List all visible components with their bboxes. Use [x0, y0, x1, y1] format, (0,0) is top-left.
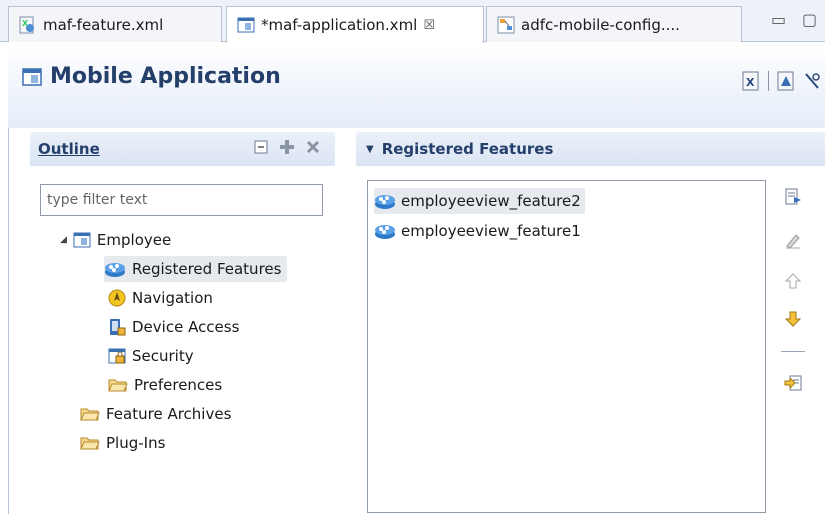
tree-item-device-access[interactable]: Device Access	[108, 314, 239, 340]
tools-icon[interactable]	[803, 71, 821, 91]
tree-item-registered-features[interactable]: Registered Features	[104, 256, 288, 282]
toolbar-separator	[781, 351, 805, 352]
folder-icon	[80, 406, 100, 422]
add-feature-icon[interactable]	[781, 185, 805, 209]
list-item-label: employeeview_feature2	[401, 192, 581, 210]
application-file-icon	[237, 16, 255, 34]
minimize-button[interactable]: ▭	[771, 10, 786, 29]
import-feature-icon[interactable]	[781, 371, 805, 395]
add-icon[interactable]	[279, 139, 295, 155]
folder-icon	[80, 435, 100, 451]
svg-text:X: X	[22, 19, 29, 28]
tree-item-label: Security	[132, 347, 194, 365]
application-icon	[22, 67, 42, 87]
list-item[interactable]: employeeview_feature1	[374, 218, 585, 244]
tab-label: *maf-application.xml	[261, 16, 418, 34]
xml-file-icon: X	[19, 16, 37, 34]
move-up-icon[interactable]	[781, 269, 805, 293]
source-view-icon[interactable]: X	[742, 71, 760, 91]
tree-item-navigation[interactable]: Navigation	[108, 285, 213, 311]
svg-text:X: X	[746, 76, 755, 89]
edit-icon[interactable]	[781, 229, 805, 253]
section-title-text: Registered Features	[381, 140, 554, 158]
maximize-button[interactable]: ▢	[802, 10, 817, 29]
tree-item-label: Feature Archives	[106, 405, 232, 423]
device-icon	[108, 318, 126, 336]
page-title: Mobile Application	[22, 64, 281, 89]
tree-item-label: Employee	[96, 231, 172, 249]
move-down-icon[interactable]	[781, 307, 805, 331]
registered-features-header[interactable]: ▼ Registered Features	[356, 132, 825, 166]
page-title-text: Mobile Application	[50, 64, 281, 89]
tab-label: maf-feature.xml	[43, 15, 164, 34]
tree-item-employee[interactable]: ◢ Employee	[60, 227, 171, 253]
tree-item-security[interactable]: Security	[108, 343, 194, 369]
feature-icon	[374, 192, 396, 210]
tab-maf-application[interactable]: *maf-application.xml ☒	[226, 6, 484, 43]
collapse-all-icon[interactable]	[253, 139, 269, 155]
tab-label: adfc-mobile-config....	[521, 15, 680, 34]
tree-item-feature-archives[interactable]: Feature Archives	[80, 401, 231, 427]
folder-icon	[108, 377, 128, 393]
tree-item-label: Device Access	[132, 318, 240, 336]
feature-icon	[374, 222, 396, 240]
expand-toggle-icon[interactable]: ◢	[60, 235, 67, 245]
header-toolbar: X	[742, 71, 821, 91]
collapse-section-icon[interactable]: ▼	[366, 144, 374, 155]
tab-adfc-mobile-config[interactable]: adfc-mobile-config....	[486, 6, 742, 42]
navigation-icon	[108, 289, 126, 307]
list-item[interactable]: employeeview_feature2	[374, 188, 585, 214]
tree-item-preferences[interactable]: Preferences	[108, 372, 222, 398]
outline-toolbar	[253, 139, 321, 155]
editor-header: Mobile Application X	[8, 43, 825, 128]
tree-item-plug-ins[interactable]: Plug-Ins	[80, 430, 165, 456]
section-title: ▼ Registered Features	[366, 140, 553, 158]
tree-item-label: Plug-Ins	[106, 434, 166, 452]
outline-title: Outline	[38, 140, 100, 158]
feature-icon	[104, 260, 126, 278]
outline-panel-header: Outline	[30, 132, 335, 166]
delete-icon[interactable]	[305, 139, 321, 155]
tab-maf-feature[interactable]: X maf-feature.xml	[8, 6, 222, 42]
list-item-label: employeeview_feature1	[401, 222, 581, 240]
registered-features-list[interactable]: employeeview_feature2 employeeview_featu…	[367, 180, 766, 513]
tree-item-label: Navigation	[132, 289, 213, 307]
editor-tab-bar: X maf-feature.xml *maf-application.xml ☒…	[0, 0, 825, 43]
outline-filter-input[interactable]	[40, 184, 323, 216]
design-view-icon[interactable]	[777, 71, 795, 91]
close-tab-icon[interactable]: ☒	[423, 18, 435, 33]
toolbar-separator	[768, 71, 769, 91]
security-icon	[108, 347, 126, 365]
tree-item-label: Registered Features	[132, 260, 282, 278]
task-flow-file-icon	[497, 16, 515, 34]
tree-item-label: Preferences	[134, 376, 223, 394]
application-icon	[73, 231, 91, 249]
